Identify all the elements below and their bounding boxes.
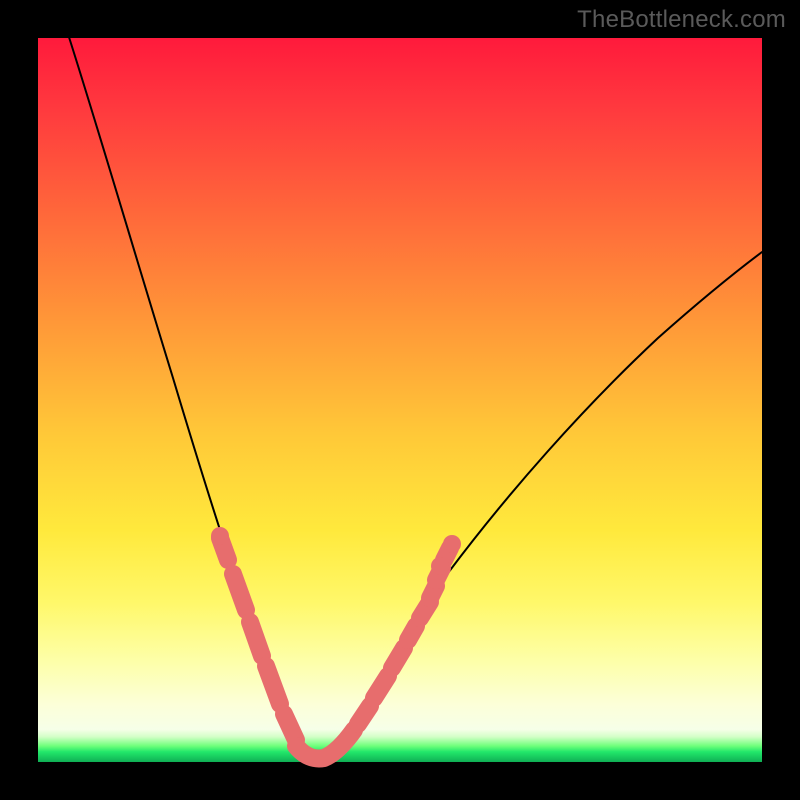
highlight-band-left-4	[266, 666, 280, 704]
highlight-band-trough	[296, 730, 354, 759]
bead-icon	[431, 557, 449, 575]
highlight-band-left-3	[250, 622, 262, 656]
highlight-band-right-1	[358, 706, 370, 724]
highlight-band-left-2	[233, 574, 246, 610]
bead-icon	[211, 527, 229, 545]
highlight-band-right-2	[374, 676, 388, 698]
highlight-band-left-5	[284, 714, 296, 740]
bottleneck-curve-left	[68, 34, 314, 761]
curve-svg	[38, 38, 762, 762]
chart-frame: TheBottleneck.com	[0, 0, 800, 800]
bead-icon	[443, 535, 461, 553]
plot-area	[38, 38, 762, 762]
highlight-band-right-3	[392, 648, 404, 668]
highlight-band-right-4	[408, 626, 416, 640]
watermark-text: TheBottleneck.com	[577, 6, 786, 34]
